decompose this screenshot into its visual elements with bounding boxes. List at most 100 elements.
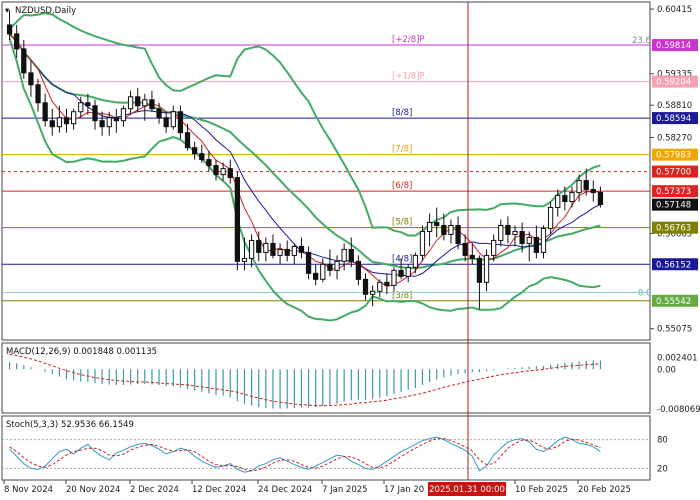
bollinger-lower-line (8, 38, 601, 322)
candle-body (170, 111, 176, 128)
candle-body (6, 24, 13, 35)
murrey-label: [+2/8]P (392, 35, 425, 45)
candle-body (462, 242, 468, 256)
candle-body (149, 99, 155, 110)
murrey-label: [7/8] (392, 145, 412, 155)
chart-canvas: [+2/8]P[+1/8]P[8/8][7/8][6/8][5/8][4/8][… (1, 1, 700, 496)
candle-body (14, 33, 20, 50)
macd-axis-label: -0.008069 (657, 405, 700, 415)
candle-body (270, 242, 276, 256)
symbol-icon: ▾ (5, 6, 10, 16)
candle-body (220, 168, 226, 176)
murrey-label: [+1/8]P (392, 72, 425, 82)
candle-body (569, 192, 575, 203)
candle-body (512, 230, 518, 235)
main-panel-frame (1, 1, 651, 341)
candle-body (78, 102, 84, 113)
candle-body (469, 254, 475, 259)
candle-body (491, 239, 497, 256)
time-tick-label: 20 Feb 2025 (578, 485, 631, 495)
candle-body (555, 195, 561, 209)
candle-body (163, 117, 169, 128)
candle-body (426, 221, 433, 232)
candle-body (448, 224, 454, 235)
candle-body (405, 266, 411, 277)
candle-body (135, 96, 141, 107)
candle-body (263, 242, 269, 253)
candle-body (597, 192, 604, 206)
candle-body (192, 147, 198, 155)
price-badge-label: 0.57148 (656, 201, 691, 211)
candle-body (498, 224, 504, 241)
price-tick-label: 0.60415 (657, 5, 692, 15)
price-tick-label: 0.58270 (657, 133, 692, 143)
candle-body (298, 245, 305, 253)
candle-body (398, 269, 404, 277)
stoch-series: 80 20 (2, 436, 668, 474)
murrey-label: [5/8] (392, 218, 412, 228)
candle-body (434, 221, 440, 226)
candle-body (206, 159, 212, 167)
candle-body (547, 207, 554, 229)
candle-body (519, 230, 525, 244)
candle-body (377, 281, 383, 292)
price-badge-label: 0.56763 (656, 224, 691, 234)
price-badge-label: 0.59204 (656, 78, 691, 88)
price-badge-label: 0.57983 (656, 151, 691, 161)
candle-body (234, 177, 241, 262)
time-axis: 8 Nov 2024 20 Nov 2024 2 Dec 2024 12 Dec 20… (3, 480, 631, 495)
murrey-label: [8/8] (392, 108, 412, 118)
price-badge-label: 0.57373 (656, 187, 691, 197)
candle-body (241, 257, 248, 262)
candle-body (106, 117, 112, 128)
macd-axis-label: 0.00 (657, 365, 676, 375)
candle-body (99, 120, 105, 128)
fib-top-label: 23.6 (632, 36, 651, 46)
stoch-axis-label: 80 (657, 436, 668, 446)
candle-body (291, 245, 297, 256)
stoch-title: Stoch(5,3,3) 52.9536 66.1549 (6, 420, 134, 430)
candle-body (384, 281, 390, 286)
candle-body (505, 224, 511, 235)
candle-body (120, 108, 127, 122)
candle-body (56, 117, 63, 128)
price-badge-label: 0.59814 (656, 41, 691, 51)
candle-body (227, 168, 233, 179)
candle-body (341, 248, 347, 262)
candle-body (476, 257, 483, 283)
candle-body (42, 102, 48, 122)
cursor-date-label: 2025.01.31 00:00 (429, 485, 505, 495)
candle-body (483, 254, 490, 283)
candle-body (391, 269, 397, 286)
bollinger-upper-line (8, 12, 601, 237)
bollinger-middle-line (8, 33, 601, 270)
candle-body (441, 224, 447, 235)
candle-body (334, 260, 340, 271)
price-badge-label: 0.58594 (656, 114, 691, 124)
candle-body (156, 108, 162, 119)
candle-body (369, 290, 376, 295)
candle-body (277, 248, 283, 256)
candle-body (305, 251, 312, 274)
candle-body (177, 111, 184, 134)
candle-body (63, 117, 70, 125)
macd-series: 0.002401 0.00 -0.008069 (8, 353, 700, 415)
price-badge-label: 0.55542 (656, 297, 691, 307)
price-tick-label: 0.58810 (657, 101, 692, 111)
candle-body (533, 236, 540, 253)
chart-symbol: NZDUSD,Daily (15, 6, 76, 16)
candle-body (455, 224, 461, 244)
candle-body (348, 248, 354, 262)
candle-body (49, 120, 55, 128)
murrey-levels: [+2/8]P[+1/8]P[8/8][7/8][6/8][5/8][4/8][… (2, 35, 650, 302)
time-tick-label: 7 Jan 2025 (322, 485, 368, 495)
candle-body (70, 111, 77, 125)
time-tick-label: 2 Dec 2024 (130, 485, 179, 495)
stoch-d-line (9, 438, 601, 472)
candle-body (256, 239, 262, 253)
candle-body (327, 263, 333, 271)
candle-body (576, 180, 582, 194)
indicator-lines (8, 12, 601, 322)
candle-body (199, 153, 205, 161)
candle-body (320, 263, 326, 280)
